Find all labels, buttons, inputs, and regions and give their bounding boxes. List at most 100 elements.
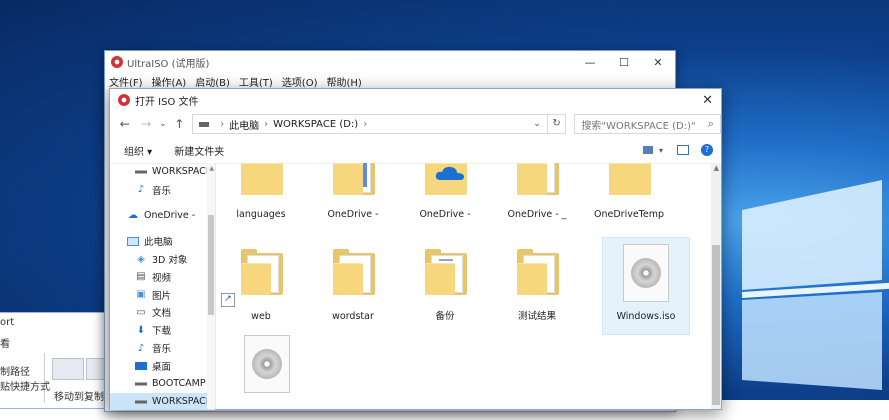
list-item[interactable]: OneDrive - _: [494, 163, 580, 237]
change-view-icon[interactable]: [642, 146, 653, 154]
minimize-button[interactable]: —: [573, 56, 607, 69]
sidebar-item-downloads[interactable]: ⬇ 下载: [110, 321, 215, 339]
list-item[interactable]: wordstar: [310, 241, 396, 337]
sidebar-item-pictures[interactable]: ▣ 图片: [110, 286, 215, 304]
copy-to-label[interactable]: 复制: [84, 388, 104, 403]
address-dropdown-icon[interactable]: ⌄: [533, 119, 541, 129]
sidebar-item-label: BOOTCAMP (C: [152, 378, 215, 390]
search-box[interactable]: 搜索"WORKSPACE (D:)" ⌕: [574, 114, 721, 134]
scroll-up-icon[interactable]: ▲: [209, 165, 214, 172]
shortcut-arrow-icon: ↗: [221, 293, 235, 307]
3d-objects-icon: ◈: [137, 253, 145, 265]
view-options-dropdown[interactable]: ▾: [659, 146, 663, 155]
list-item[interactable]: 测试结果: [494, 241, 580, 337]
breadcrumb-workspace[interactable]: WORKSPACE (D:): [273, 119, 358, 130]
close-button[interactable]: ✕: [641, 56, 675, 69]
search-icon: ⌕: [707, 117, 714, 130]
onedrive-folder-icon: [425, 163, 467, 195]
sidebar-scroll-thumb[interactable]: [208, 215, 214, 315]
list-item[interactable]: languages: [218, 163, 304, 237]
list-item-selected[interactable]: Windows.iso: [602, 237, 690, 335]
file-name: languages: [236, 209, 286, 220]
list-item[interactable]: 备份: [402, 241, 488, 337]
menu-options[interactable]: 选项(O): [282, 74, 318, 89]
forward-arrow-icon[interactable]: →: [135, 117, 156, 131]
menu-bootable[interactable]: 启动(B): [195, 74, 230, 89]
folder-icon: [517, 249, 559, 295]
disc-image-icon: [244, 335, 290, 393]
ultraiso-app-icon: [111, 56, 123, 68]
back-arrow-icon[interactable]: ←: [114, 117, 135, 131]
sidebar-item-label: 图片: [152, 290, 172, 302]
sidebar-item-3d-objects[interactable]: ◈ 3D 对象: [110, 250, 215, 268]
move-to-icon[interactable]: [52, 358, 84, 380]
recent-locations-icon[interactable]: ⌄: [157, 119, 169, 129]
navigation-bar: ← → ⌄ ↑ › 此电脑 › WORKSPACE (D:) › ⌄ ↻ 搜索"…: [110, 111, 721, 137]
move-to-label[interactable]: 移动到: [54, 388, 84, 403]
dialog-close-button[interactable]: ✕: [702, 93, 713, 108]
file-list-scrollbar[interactable]: ▲: [711, 163, 721, 409]
breadcrumb-separator: ›: [264, 118, 269, 130]
ultraiso-dialog-icon: [118, 94, 130, 106]
desktop-icon: [135, 361, 147, 370]
sidebar-item-workspace-top[interactable]: WORKSPACE (D:: [110, 163, 215, 181]
windows-logo: [741, 180, 889, 390]
sidebar-item-label: 音乐: [152, 185, 172, 197]
sidebar-item-label: WORKSPACE (D:: [152, 166, 215, 178]
sidebar-item-music-top[interactable]: ♪ 音乐: [110, 181, 215, 199]
drive-icon: [135, 166, 147, 178]
list-item[interactable]: OneDriveTemp: [586, 163, 672, 237]
breadcrumb-this-pc[interactable]: 此电脑: [229, 117, 259, 132]
paste-shortcut-command[interactable]: 贴快捷方式: [0, 378, 50, 393]
file-name: OneDriveTemp: [594, 209, 664, 220]
pictures-icon: ▣: [136, 289, 146, 301]
file-name: OneDrive -: [419, 209, 471, 220]
file-list-scroll-thumb[interactable]: [712, 245, 720, 405]
dialog-titlebar[interactable]: 打开 ISO 文件 ✕: [110, 89, 721, 111]
preview-pane-icon[interactable]: [677, 145, 689, 155]
file-name: Windows.iso: [616, 311, 676, 322]
up-arrow-icon[interactable]: ↑: [169, 117, 190, 131]
help-icon[interactable]: ?: [701, 144, 713, 156]
file-name: OneDrive - _: [507, 209, 567, 220]
refresh-icon[interactable]: ↻: [547, 114, 567, 134]
sidebar-item-documents[interactable]: ▭ 文档: [110, 304, 215, 322]
copy-path-command[interactable]: 制路径: [0, 363, 30, 378]
sidebar-scrollbar[interactable]: ▲: [207, 163, 215, 409]
breadcrumb-separator: ›: [363, 118, 368, 130]
ultraiso-titlebar[interactable]: UltraISO (试用版) — ☐ ✕: [105, 51, 675, 73]
list-item[interactable]: ↗ web: [218, 241, 304, 337]
documents-icon: ▭: [136, 306, 146, 318]
sidebar-item-videos[interactable]: ▤ 视频: [110, 268, 215, 286]
sidebar-item-bootcamp[interactable]: BOOTCAMP (C: [110, 375, 215, 393]
list-item[interactable]: OneDrive -: [310, 163, 396, 237]
sidebar-item-label: 音乐: [152, 344, 172, 356]
search-placeholder: 搜索"WORKSPACE (D:)": [581, 120, 696, 132]
menu-file[interactable]: 文件(F): [109, 74, 143, 89]
breadcrumb-separator: ›: [220, 118, 225, 130]
sidebar-item-workspace[interactable]: WORKSPACE (D: [110, 392, 215, 411]
menu-actions[interactable]: 操作(A): [152, 74, 187, 89]
drive-icon: [199, 121, 210, 127]
list-item[interactable]: OneDrive -: [402, 163, 488, 237]
folder-icon: [241, 163, 283, 195]
organize-button[interactable]: 组织 ▾: [124, 143, 152, 158]
scroll-up-icon[interactable]: ▲: [714, 164, 719, 172]
sidebar-item-desktop[interactable]: 桌面: [110, 357, 215, 375]
onedrive-icon: ☁: [128, 209, 138, 221]
drive-icon: [135, 378, 147, 390]
list-item[interactable]: [224, 329, 310, 409]
folder-icon: [517, 163, 559, 195]
file-name: 备份: [435, 311, 455, 322]
sidebar-item-music[interactable]: ♪ 音乐: [110, 339, 215, 357]
sidebar-item-label: 下载: [152, 326, 172, 338]
menu-help[interactable]: 帮助(H): [327, 74, 362, 89]
video-icon: ▤: [136, 271, 146, 283]
new-folder-button[interactable]: 新建文件夹: [174, 143, 224, 158]
navigation-pane: WORKSPACE (D: ♪ 音乐 ☁ OneDrive - 此电脑 ◈ 3D…: [110, 163, 216, 411]
address-bar[interactable]: › 此电脑 › WORKSPACE (D:) › ⌄: [192, 114, 548, 134]
sidebar-item-onedrive[interactable]: ☁ OneDrive -: [110, 207, 215, 225]
sidebar-item-this-pc[interactable]: 此电脑: [110, 232, 215, 250]
maximize-button[interactable]: ☐: [607, 56, 641, 69]
menu-tools[interactable]: 工具(T): [239, 74, 273, 89]
